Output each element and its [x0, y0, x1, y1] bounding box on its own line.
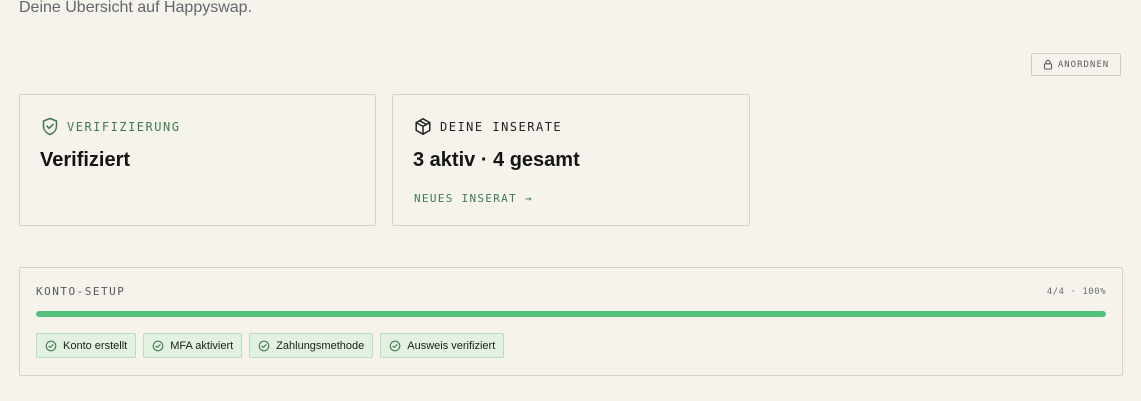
lock-icon — [1043, 59, 1053, 70]
account-setup-panel: KONTO-SETUP 4/4 · 100% Konto erstellt MF… — [19, 267, 1123, 376]
listings-card-header: DEINE INSERATE — [414, 117, 562, 136]
check-circle-icon — [258, 340, 270, 352]
verification-card-header: VERIFIZIERUNG — [41, 117, 180, 136]
package-icon — [414, 117, 432, 136]
arrange-button-label: ANORDNEN — [1057, 59, 1110, 70]
setup-step-label: MFA aktiviert — [170, 339, 234, 352]
account-setup-progress-bar — [36, 311, 1106, 317]
account-setup-progress-text: 4/4 · 100% — [1046, 287, 1106, 297]
shield-check-icon — [41, 117, 59, 136]
verification-card: VERIFIZIERUNG Verifiziert — [19, 94, 376, 226]
verification-status: Verifiziert — [40, 149, 131, 171]
arrange-button[interactable]: ANORDNEN — [1031, 53, 1121, 76]
page-subtitle: Deine Übersicht auf Happyswap. — [19, 0, 253, 16]
verification-card-label: VERIFIZIERUNG — [67, 119, 181, 134]
setup-step-chip: Zahlungsmethode — [249, 333, 374, 358]
check-circle-icon — [45, 340, 57, 352]
setup-step-label: Ausweis verifiziert — [407, 339, 496, 352]
setup-step-label: Konto erstellt — [63, 339, 128, 352]
setup-step-label: Zahlungsmethode — [276, 339, 365, 352]
check-circle-icon — [152, 340, 164, 352]
listings-count: 3 aktiv · 4 gesamt — [413, 149, 580, 171]
check-circle-icon — [389, 340, 401, 352]
setup-step-chip: Ausweis verifiziert — [380, 333, 505, 358]
account-setup-progress-fill — [36, 311, 1106, 317]
setup-step-chip: Konto erstellt — [36, 333, 137, 358]
setup-step-chip: MFA aktiviert — [143, 333, 243, 358]
listings-card: DEINE INSERATE 3 aktiv · 4 gesamt NEUES … — [392, 94, 750, 226]
new-listing-link[interactable]: NEUES INSERAT → — [414, 192, 533, 205]
account-setup-title: KONTO-SETUP — [36, 285, 126, 298]
listings-card-label: DEINE INSERATE — [440, 119, 563, 134]
setup-steps: Konto erstellt MFA aktiviert Zahlungsmet… — [36, 333, 505, 358]
